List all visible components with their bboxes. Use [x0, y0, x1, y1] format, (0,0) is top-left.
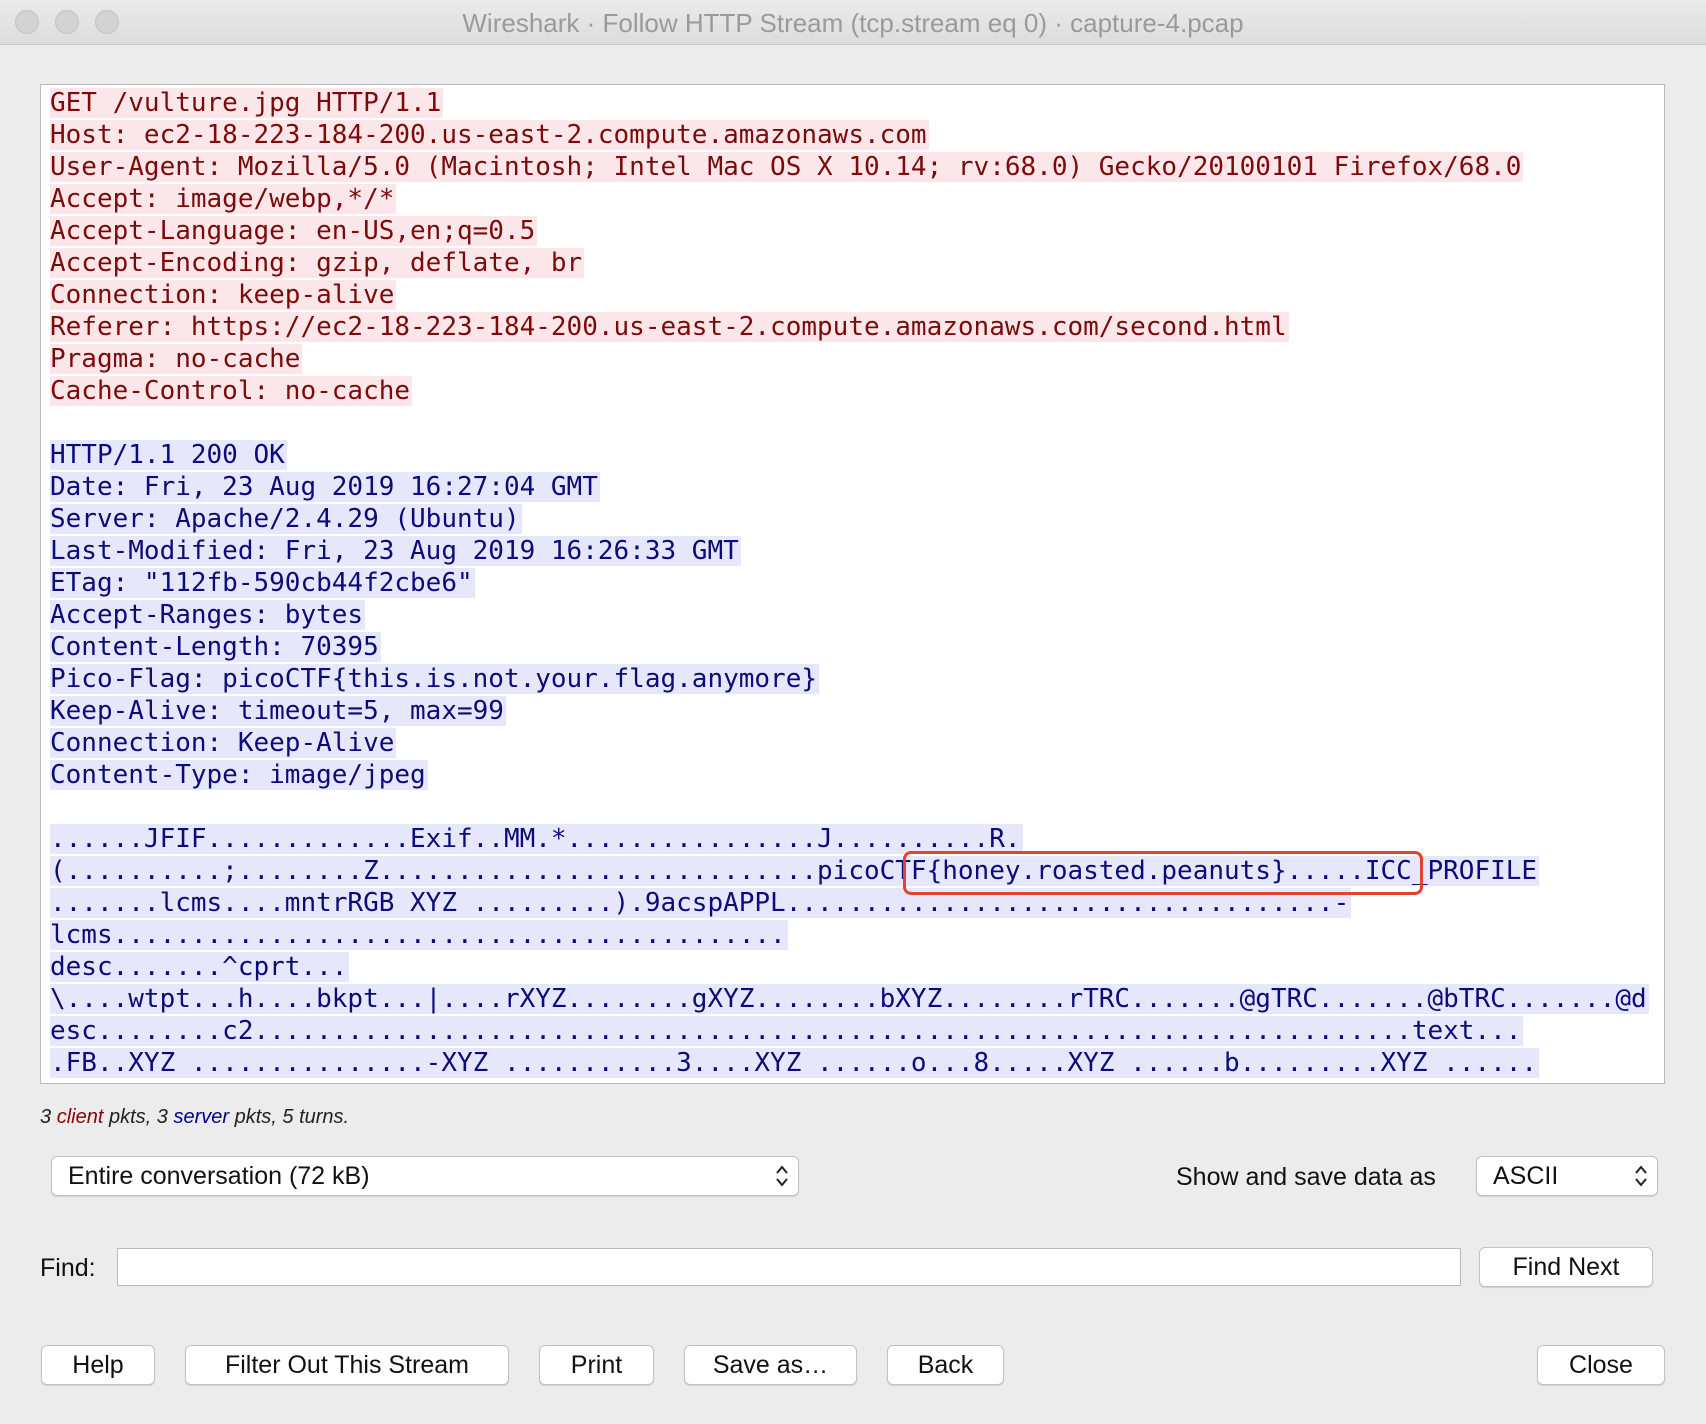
flag-highlight-box — [903, 851, 1423, 895]
client-request-line-text: Accept-Encoding: gzip, deflate, br — [50, 248, 585, 278]
server-response-line: ETag: "112fb-590cb44f2cbe6" — [50, 567, 1649, 599]
updown-chevron-icon — [1635, 1165, 1647, 1187]
client-request-line: Cache-Control: no-cache — [50, 375, 1649, 407]
server-response-line-text: Content-Type: image/jpeg — [50, 760, 428, 790]
pkts-label: pkts, — [108, 1106, 152, 1128]
client-request-line-text: Accept: image/webp,*/* — [50, 184, 397, 214]
stream-content: GET /vulture.jpg HTTP/1.1 Host: ec2-18-22… — [50, 87, 1649, 1079]
server-binary-line-text: desc.......^cprt... — [50, 952, 350, 982]
format-select[interactable]: ASCII — [1476, 1156, 1658, 1196]
server-response-line-text: Date: Fri, 23 Aug 2019 16:27:04 GMT — [50, 472, 600, 502]
server-response-line: Last-Modified: Fri, 23 Aug 2019 16:26:33… — [50, 535, 1649, 567]
server-response-line: Pico-Flag: picoCTF{this.is.not.your.flag… — [50, 663, 1649, 695]
client-request-line-text: Cache-Control: no-cache — [50, 376, 413, 406]
server-response-line: Accept-Ranges: bytes — [50, 599, 1649, 631]
server-response-line: Connection: Keep-Alive — [50, 727, 1649, 759]
server-response-line-text: Keep-Alive: timeout=5, max=99 — [50, 696, 506, 726]
client-request-line-text: GET /vulture.jpg HTTP/1.1 — [50, 88, 444, 118]
client-request-line: Accept: image/webp,*/* — [50, 183, 1649, 215]
updown-chevron-icon — [776, 1165, 788, 1187]
server-response-line-text: Content-Length: 70395 — [50, 632, 381, 662]
server-response-line-text: Last-Modified: Fri, 23 Aug 2019 16:26:33… — [50, 536, 741, 566]
server-binary-line-text: esc........c2...........................… — [50, 1016, 1524, 1046]
turns-label: pkts, 5 turns. — [234, 1106, 350, 1128]
conversation-select[interactable]: Entire conversation (72 kB) — [51, 1156, 799, 1196]
server-response-line: Content-Type: image/jpeg — [50, 759, 1649, 791]
client-request-line: User-Agent: Mozilla/5.0 (Macintosh; Inte… — [50, 151, 1649, 183]
client-request-line-text: Referer: https://ec2-18-223-184-200.us-e… — [50, 312, 1289, 342]
filter-out-stream-button[interactable]: Filter Out This Stream — [185, 1345, 509, 1385]
client-request-line: Accept-Language: en-US,en;q=0.5 — [50, 215, 1649, 247]
server-binary-line-text: lcms....................................… — [50, 920, 788, 950]
server-binary-line: esc........c2...........................… — [50, 1015, 1649, 1047]
client-request-line-text: Connection: keep-alive — [50, 280, 397, 310]
client-request-line: GET /vulture.jpg HTTP/1.1 — [50, 87, 1649, 119]
server-response-line-text: HTTP/1.1 200 OK — [50, 440, 287, 470]
client-request-line-text: Accept-Language: en-US,en;q=0.5 — [50, 216, 538, 246]
show-save-label: Show and save data as — [1176, 1163, 1436, 1191]
server-response-line: Date: Fri, 23 Aug 2019 16:27:04 GMT — [50, 471, 1649, 503]
server-response-line: Content-Length: 70395 — [50, 631, 1649, 663]
close-button[interactable]: Close — [1537, 1345, 1665, 1385]
find-input[interactable] — [117, 1248, 1461, 1286]
packet-stats: 3 client pkts, 3 server pkts, 5 turns. — [40, 1106, 349, 1129]
client-request-line: Pragma: no-cache — [50, 343, 1649, 375]
server-binary-line-text: .FB..XYZ ...............-XYZ ...........… — [50, 1048, 1540, 1078]
server-binary-line: \....wtpt...h....bkpt...|....rXYZ.......… — [50, 983, 1649, 1015]
client-request-line-text: Host: ec2-18-223-184-200.us-east-2.compu… — [50, 120, 929, 150]
client-request-line: Referer: https://ec2-18-223-184-200.us-e… — [50, 311, 1649, 343]
server-binary-line: .FB..XYZ ...............-XYZ ...........… — [50, 1047, 1649, 1079]
server-response-line-text: ETag: "112fb-590cb44f2cbe6" — [50, 568, 475, 598]
server-binary-line: lcms....................................… — [50, 919, 1649, 951]
server-response-line-text: Connection: Keep-Alive — [50, 728, 397, 758]
server-pkt-count: 3 — [156, 1106, 168, 1128]
format-select-value: ASCII — [1493, 1162, 1559, 1190]
server-response-line: HTTP/1.1 200 OK — [50, 439, 1649, 471]
client-request-line: Connection: keep-alive — [50, 279, 1649, 311]
server-binary-line-text: ......JFIF.............Exif..MM.*.......… — [50, 824, 1023, 854]
server-response-line-text: Server: Apache/2.4.29 (Ubuntu) — [50, 504, 522, 534]
server-response-line-text: Accept-Ranges: bytes — [50, 600, 366, 630]
client-request-line: Accept-Encoding: gzip, deflate, br — [50, 247, 1649, 279]
back-button[interactable]: Back — [887, 1345, 1004, 1385]
window-title: Wireshark · Follow HTTP Stream (tcp.stre… — [462, 8, 1244, 38]
server-binary-line-text: \....wtpt...h....bkpt...|....rXYZ.......… — [50, 984, 1649, 1014]
server-label: server — [173, 1106, 230, 1128]
stream-text-panel[interactable]: GET /vulture.jpg HTTP/1.1 Host: ec2-18-22… — [40, 84, 1665, 1084]
help-button[interactable]: Help — [41, 1345, 155, 1385]
client-request-line-text: Pragma: no-cache — [50, 344, 303, 374]
print-button[interactable]: Print — [539, 1345, 654, 1385]
find-next-button[interactable]: Find Next — [1479, 1247, 1653, 1287]
save-as-button[interactable]: Save as… — [684, 1345, 857, 1385]
client-request-line: Host: ec2-18-223-184-200.us-east-2.compu… — [50, 119, 1649, 151]
title-bar: Wireshark · Follow HTTP Stream (tcp.stre… — [0, 0, 1706, 45]
client-label: client — [56, 1106, 104, 1128]
client-request-line-text: User-Agent: Mozilla/5.0 (Macintosh; Inte… — [50, 152, 1524, 182]
server-response-line: Server: Apache/2.4.29 (Ubuntu) — [50, 503, 1649, 535]
server-response-line: Keep-Alive: timeout=5, max=99 — [50, 695, 1649, 727]
conversation-select-value: Entire conversation (72 kB) — [68, 1162, 370, 1190]
server-binary-line: desc.......^cprt... — [50, 951, 1649, 983]
server-response-line-text: Pico-Flag: picoCTF{this.is.not.your.flag… — [50, 664, 820, 694]
client-pkt-count: 3 — [40, 1106, 52, 1128]
find-label: Find: — [40, 1254, 96, 1282]
